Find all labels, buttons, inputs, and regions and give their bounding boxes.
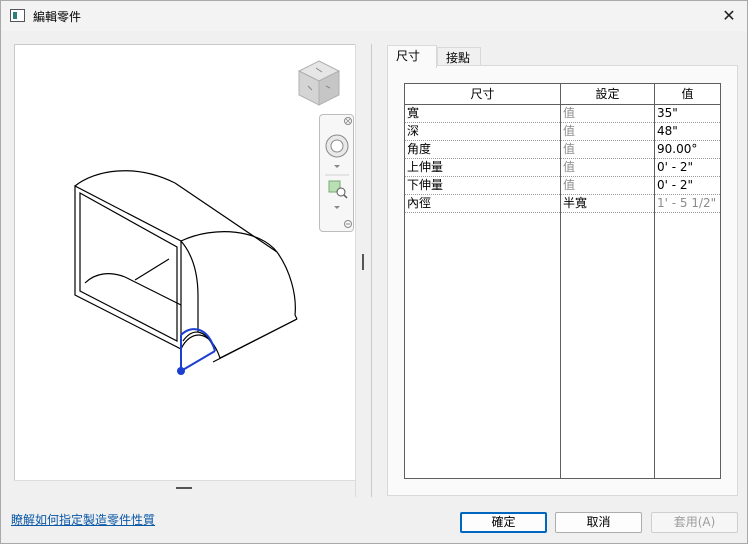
tab-connectors[interactable]: 接點: [437, 47, 481, 66]
column-header-value[interactable]: 值: [655, 84, 720, 105]
table-row[interactable]: 內徑 半寬 1' - 5 1/2": [405, 195, 720, 213]
cancel-button[interactable]: 取消: [555, 512, 642, 533]
steering-wheel-icon[interactable]: [325, 133, 351, 159]
cell-dimension: 內徑: [407, 196, 432, 210]
column-header-dimension[interactable]: 尺寸: [405, 84, 560, 105]
edit-part-dialog: 編輯零件 ✕ 尺寸 接點 尺寸 設定 值 寬 值 35" 深 值 48" 角度 …: [0, 0, 748, 544]
grid-header: 尺寸 設定 值: [405, 84, 720, 105]
title-bar: 編輯零件 ✕: [1, 1, 747, 31]
cell-value[interactable]: 1' - 5 1/2": [655, 195, 720, 213]
cell-dimension: 角度: [407, 142, 432, 156]
duct-fitting-drawing: [74, 170, 298, 375]
close-icon[interactable]: ✕: [715, 3, 743, 29]
cell-setting[interactable]: 值: [561, 141, 654, 159]
table-row[interactable]: 上伸量 值 0' - 2": [405, 159, 720, 177]
tab-label: 尺寸: [396, 49, 421, 63]
cell-dimension: 上伸量: [407, 160, 444, 174]
help-link[interactable]: 瞭解如何指定製造零件性質: [11, 511, 155, 528]
table-row[interactable]: 角度 值 90.00°: [405, 141, 720, 159]
cell-setting[interactable]: 值: [561, 123, 654, 141]
table-row[interactable]: 下伸量 值 0' - 2": [405, 177, 720, 195]
cell-value[interactable]: 35": [655, 105, 720, 123]
cell-setting[interactable]: 值: [561, 159, 654, 177]
tab-label: 接點: [446, 51, 471, 65]
cell-dimension: 下伸量: [407, 178, 444, 192]
preview-viewport[interactable]: [14, 44, 372, 497]
apply-button[interactable]: 套用(A): [651, 512, 738, 533]
dimension-grid: 尺寸 設定 值 寬 值 35" 深 值 48" 角度 值 90.00° 上伸量 …: [404, 83, 721, 479]
cell-dimension: 深: [407, 124, 420, 138]
app-icon: [10, 9, 25, 22]
navigation-bar: [319, 114, 354, 232]
cell-value[interactable]: 90.00°: [655, 141, 720, 159]
vertical-grip[interactable]: [362, 254, 364, 270]
viewport-vertical-splitter[interactable]: [355, 44, 371, 497]
window-title: 編輯零件: [33, 10, 82, 24]
cell-setting[interactable]: 值: [561, 177, 654, 195]
cell-value[interactable]: 0' - 2": [655, 177, 720, 195]
cell-dimension: 寬: [407, 106, 420, 120]
ok-button[interactable]: 確定: [460, 512, 547, 533]
table-row[interactable]: 寬 值 35": [405, 105, 720, 123]
horizontal-grip[interactable]: [176, 487, 192, 489]
cell-setting[interactable]: 值: [561, 105, 654, 123]
cell-value[interactable]: 0' - 2": [655, 159, 720, 177]
zoom-region-icon[interactable]: [328, 179, 350, 203]
view-cube-icon[interactable]: [296, 58, 342, 108]
tab-dimensions[interactable]: 尺寸: [387, 45, 437, 68]
cell-setting[interactable]: 半寬: [561, 195, 654, 213]
connector-point[interactable]: [177, 367, 185, 375]
cell-value[interactable]: 48": [655, 123, 720, 141]
column-header-setting[interactable]: 設定: [561, 84, 654, 105]
table-row[interactable]: 深 值 48": [405, 123, 720, 141]
